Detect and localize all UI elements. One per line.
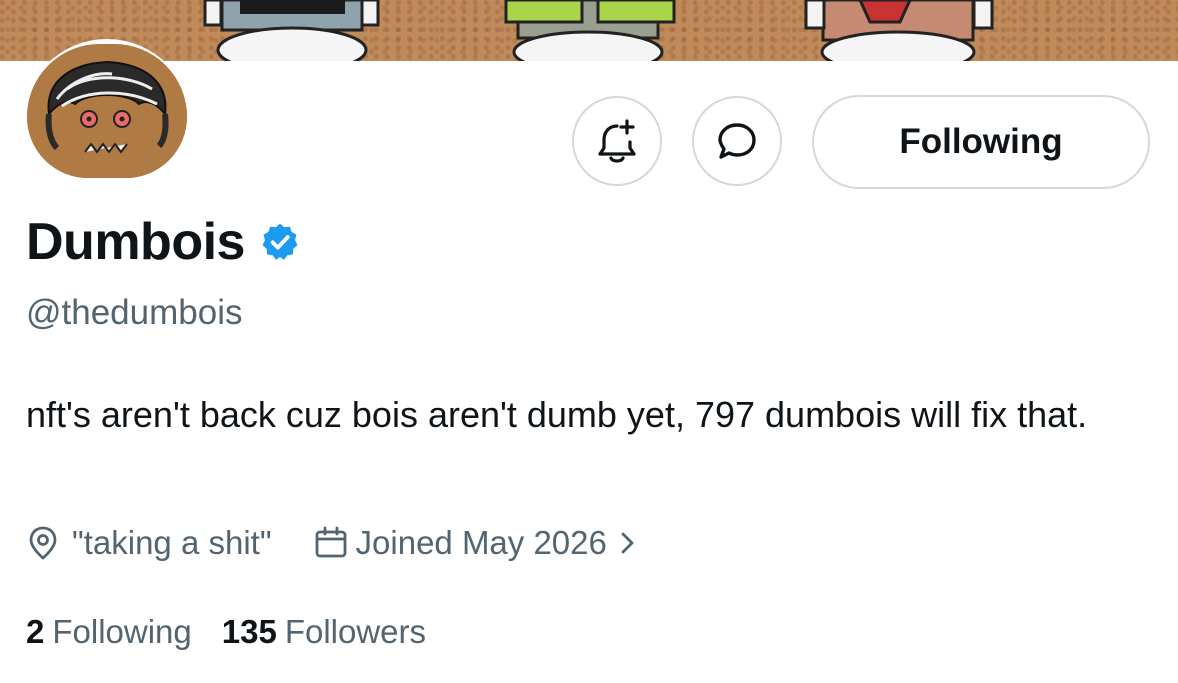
profile-name-row: Dumbois bbox=[26, 212, 301, 272]
following-label: Following bbox=[52, 613, 192, 650]
message-button[interactable] bbox=[692, 96, 782, 186]
chevron-right-icon bbox=[621, 532, 634, 554]
calendar-icon bbox=[315, 526, 346, 558]
profile-name: Dumbois bbox=[26, 213, 245, 271]
following-count-link[interactable]: 2 Following bbox=[26, 613, 192, 651]
profile-avatar[interactable] bbox=[22, 39, 192, 209]
following-button[interactable]: Following bbox=[812, 95, 1150, 189]
profile-stats: 2 Following 135 Followers bbox=[26, 610, 426, 654]
profile-meta: "taking a shit" Joined May 2026 bbox=[26, 521, 637, 565]
message-bubble-icon bbox=[718, 123, 756, 159]
profile-handle: @thedumbois bbox=[26, 293, 243, 332]
bell-plus-icon bbox=[598, 119, 636, 163]
followers-label: Followers bbox=[284, 613, 427, 650]
following-count: 2 bbox=[26, 613, 45, 650]
verified-badge-icon[interactable] bbox=[259, 221, 301, 263]
profile-bio: nft's aren't back cuz bois aren't dumb y… bbox=[26, 394, 1088, 435]
followers-count-link[interactable]: 135 Followers bbox=[222, 613, 426, 651]
joined-text: Joined May 2026 bbox=[355, 524, 607, 561]
location-pin-icon bbox=[29, 526, 57, 560]
followers-count: 135 bbox=[221, 613, 277, 650]
following-button-label: Following bbox=[899, 122, 1063, 161]
avatar-image bbox=[27, 44, 187, 178]
location-text: "taking a shit" bbox=[72, 524, 272, 561]
profile-joined[interactable]: Joined May 2026 bbox=[314, 524, 637, 562]
profile-location: "taking a shit" bbox=[26, 524, 272, 562]
notifications-button[interactable] bbox=[572, 96, 662, 186]
